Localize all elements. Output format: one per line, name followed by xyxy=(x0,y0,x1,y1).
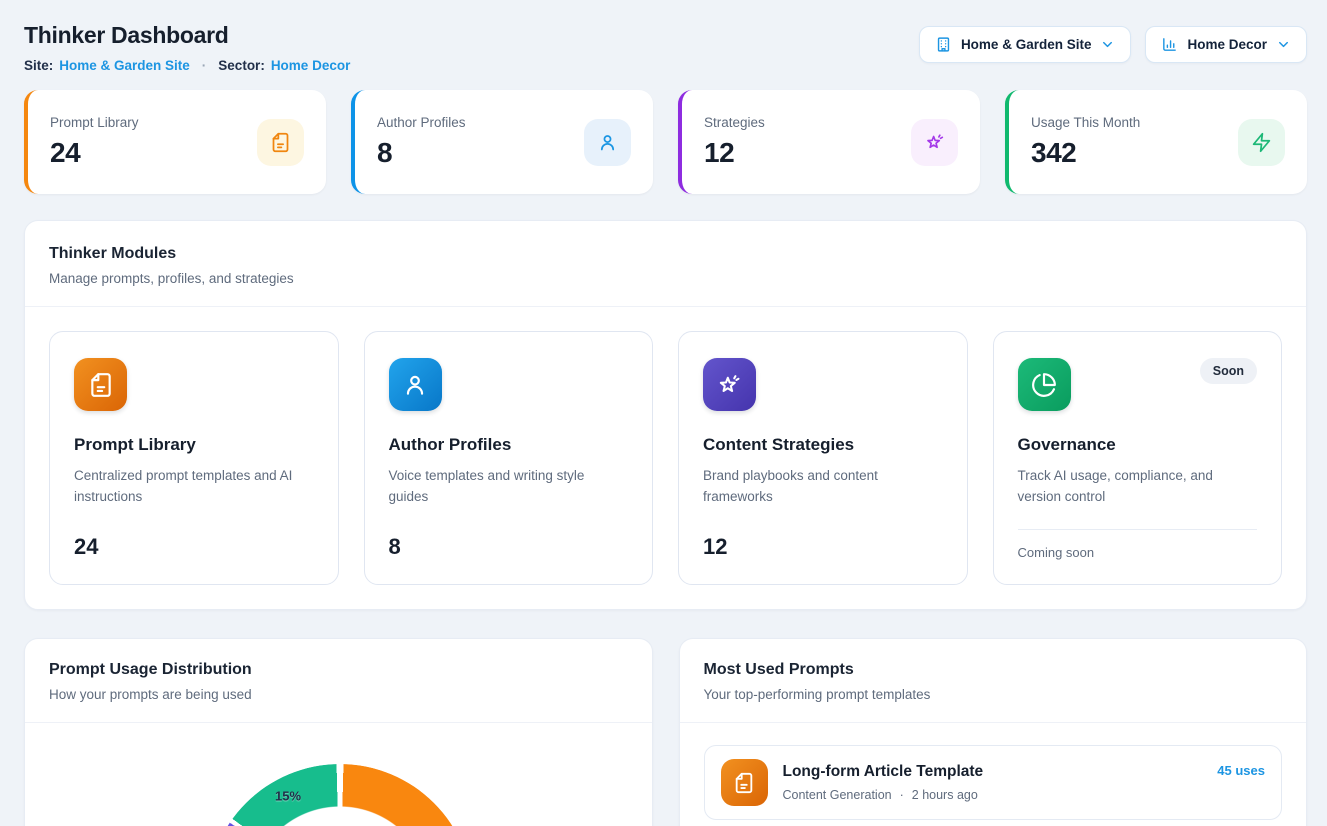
prompt-category: Content Generation xyxy=(783,788,892,802)
stat-label: Usage This Month xyxy=(1031,115,1140,130)
site-dropdown-label: Home & Garden Site xyxy=(961,37,1092,52)
document-icon xyxy=(257,119,304,166)
module-card-prompt-library[interactable]: Prompt Library Centralized prompt templa… xyxy=(49,331,339,585)
stat-label: Author Profiles xyxy=(377,115,466,130)
stat-card-author-profiles: Author Profiles 8 xyxy=(351,90,653,194)
usage-panel-title: Prompt Usage Distribution xyxy=(49,661,628,679)
donut-chart xyxy=(207,764,473,826)
module-card-content-strategies[interactable]: Content Strategies Brand playbooks and c… xyxy=(678,331,968,585)
sector-label: Sector: xyxy=(218,58,265,73)
prompt-usage-panel: Prompt Usage Distribution How your promp… xyxy=(24,638,653,826)
module-description: Brand playbooks and content frameworks xyxy=(703,466,935,508)
module-card-governance[interactable]: Soon Governance Track AI usage, complian… xyxy=(993,331,1283,585)
prompts-panel-title: Most Used Prompts xyxy=(704,661,1283,679)
site-link[interactable]: Home & Garden Site xyxy=(59,58,190,73)
thinker-modules-section: Thinker Modules Manage prompts, profiles… xyxy=(24,220,1307,610)
module-footer: Coming soon xyxy=(1018,545,1258,560)
stat-value: 8 xyxy=(377,137,466,169)
bar-chart-icon xyxy=(1161,36,1178,53)
modules-section-subtitle: Manage prompts, profiles, and strategies xyxy=(49,271,1282,286)
stat-card-usage: Usage This Month 342 xyxy=(1005,90,1307,194)
bottom-row: Prompt Usage Distribution How your promp… xyxy=(24,638,1307,826)
prompt-timestamp: 2 hours ago xyxy=(912,788,978,802)
most-used-prompts-panel: Most Used Prompts Your top-performing pr… xyxy=(679,638,1308,826)
stat-label: Prompt Library xyxy=(50,115,139,130)
sector-link[interactable]: Home Decor xyxy=(271,58,351,73)
usage-panel-subtitle: How your prompts are being used xyxy=(49,687,628,702)
document-icon xyxy=(721,759,768,806)
document-icon xyxy=(74,358,127,411)
building-icon xyxy=(935,36,952,53)
list-item[interactable]: Long-form Article Template Content Gener… xyxy=(704,745,1283,820)
module-count: 24 xyxy=(74,534,314,560)
modules-section-title: Thinker Modules xyxy=(49,245,1282,263)
modules-grid: Prompt Library Centralized prompt templa… xyxy=(25,307,1306,609)
donut-slice-label: 15% xyxy=(275,789,301,804)
zap-icon xyxy=(1238,119,1285,166)
module-count: 12 xyxy=(703,534,943,560)
module-count: 8 xyxy=(389,534,629,560)
sector-dropdown-button[interactable]: Home Decor xyxy=(1145,26,1307,63)
sparkle-star-icon xyxy=(911,119,958,166)
divider xyxy=(1018,529,1258,530)
stats-row: Prompt Library 24 Author Profiles 8 Stra… xyxy=(24,90,1307,194)
module-title: Author Profiles xyxy=(389,435,629,455)
chevron-down-icon xyxy=(1276,37,1291,52)
module-title: Governance xyxy=(1018,435,1258,455)
prompts-panel-subtitle: Your top-performing prompt templates xyxy=(704,687,1283,702)
user-icon xyxy=(584,119,631,166)
separator-dot: · xyxy=(202,58,207,73)
pie-chart-icon xyxy=(1018,358,1071,411)
page-header: Thinker Dashboard Site: Home & Garden Si… xyxy=(24,22,1307,73)
prompt-uses-badge: 45 uses xyxy=(1217,763,1265,778)
site-label: Site: xyxy=(24,58,53,73)
stat-card-strategies: Strategies 12 xyxy=(678,90,980,194)
chevron-down-icon xyxy=(1100,37,1115,52)
prompt-list: Long-form Article Template Content Gener… xyxy=(680,723,1307,826)
prompt-title: Long-form Article Template xyxy=(783,763,1203,781)
header-titles: Thinker Dashboard Site: Home & Garden Si… xyxy=(24,22,350,73)
donut-chart-area: 15% xyxy=(25,723,652,826)
site-dropdown-button[interactable]: Home & Garden Site xyxy=(919,26,1132,63)
stat-label: Strategies xyxy=(704,115,765,130)
stat-card-prompt-library: Prompt Library 24 xyxy=(24,90,326,194)
module-description: Voice templates and writing style guides xyxy=(389,466,621,508)
module-description: Track AI usage, compliance, and version … xyxy=(1018,466,1250,508)
module-title: Content Strategies xyxy=(703,435,943,455)
sparkle-star-icon xyxy=(703,358,756,411)
user-icon xyxy=(389,358,442,411)
module-card-author-profiles[interactable]: Author Profiles Voice templates and writ… xyxy=(364,331,654,585)
separator-dot: · xyxy=(900,788,904,802)
module-description: Centralized prompt templates and AI inst… xyxy=(74,466,306,508)
sector-dropdown-label: Home Decor xyxy=(1187,37,1267,52)
module-title: Prompt Library xyxy=(74,435,314,455)
stat-value: 12 xyxy=(704,137,765,169)
stat-value: 24 xyxy=(50,137,139,169)
soon-badge: Soon xyxy=(1200,358,1257,384)
page-title: Thinker Dashboard xyxy=(24,22,350,49)
header-controls: Home & Garden Site Home Decor xyxy=(919,26,1307,63)
stat-value: 342 xyxy=(1031,137,1140,169)
breadcrumb: Site: Home & Garden Site · Sector: Home … xyxy=(24,58,350,73)
